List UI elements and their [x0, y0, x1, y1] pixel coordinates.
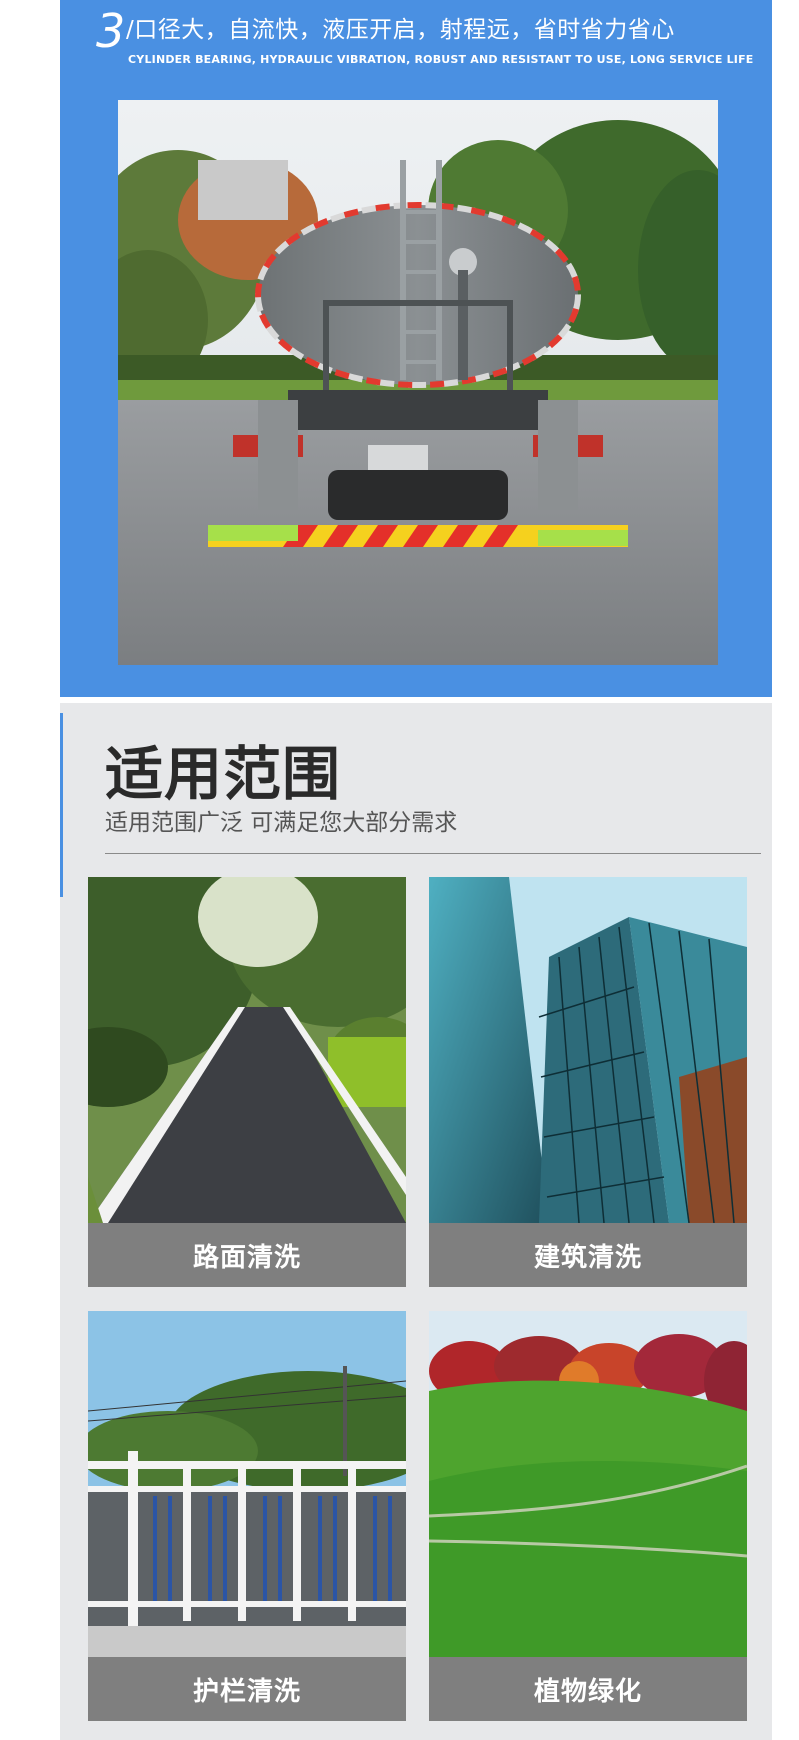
banner-headline: 3 /口径大，自流快，液压开启，射程远，省时省力省心 — [96, 6, 772, 56]
guardrail-illustration — [88, 1311, 406, 1657]
divider — [105, 853, 761, 854]
banner-number: 3 — [96, 4, 126, 58]
water-truck-illustration — [118, 100, 718, 665]
grass-hill-illustration — [429, 1311, 747, 1657]
water-truck-rear-photo — [118, 100, 718, 665]
card-label: 建筑清洗 — [533, 1242, 642, 1273]
guardrail-photo — [88, 1311, 406, 1657]
section-title: 适用范围 — [105, 740, 342, 808]
card-label: 路面清洗 — [192, 1242, 301, 1273]
banner-headline-text: /口径大，自流快，液压开启，射程远，省时省力省心 — [126, 17, 675, 43]
card-label-bar: 建筑清洗 — [429, 1223, 747, 1287]
application-scope-section: 适用范围 适用范围广泛 可满足您大部分需求 路面清洗 建筑清洗 护栏清洗 植物绿… — [60, 703, 772, 1740]
card-label-bar: 植物绿化 — [429, 1657, 747, 1721]
scope-card-greening: 植物绿化 — [429, 1311, 747, 1721]
section-subtitle: 适用范围广泛 可满足您大部分需求 — [105, 810, 458, 836]
card-label: 植物绿化 — [533, 1676, 642, 1707]
accent-bar — [60, 713, 63, 897]
card-label-bar: 路面清洗 — [88, 1223, 406, 1287]
road-illustration — [88, 877, 406, 1223]
scope-card-guardrail-cleaning: 护栏清洗 — [88, 1311, 406, 1721]
scope-card-building-cleaning: 建筑清洗 — [429, 877, 747, 1287]
banner-subline: CYLINDER BEARING, HYDRAULIC VIBRATION, R… — [128, 53, 754, 66]
grass-hill-photo — [429, 1311, 747, 1657]
feature-banner: 3 /口径大，自流快，液压开启，射程远，省时省力省心 CYLINDER BEAR… — [60, 0, 772, 697]
card-label: 护栏清洗 — [192, 1676, 301, 1707]
card-label-bar: 护栏清洗 — [88, 1657, 406, 1721]
glass-building-illustration — [429, 877, 747, 1223]
glass-building-photo — [429, 877, 747, 1223]
road-photo — [88, 877, 406, 1223]
scope-card-road-cleaning: 路面清洗 — [88, 877, 406, 1287]
